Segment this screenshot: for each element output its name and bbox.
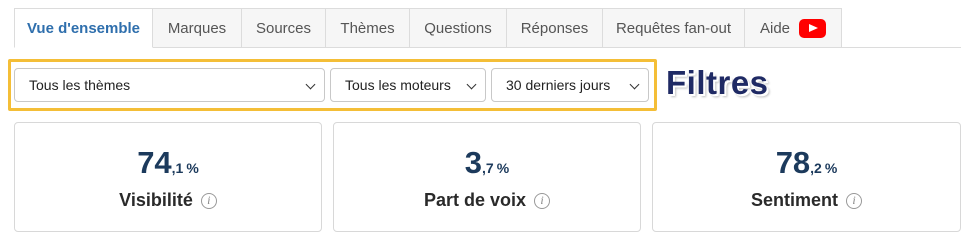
tab-sources[interactable]: Sources [242, 8, 326, 48]
metric-integer: 3 [464, 145, 483, 180]
visibility-value: 74,1% [15, 145, 321, 181]
tab-help[interactable]: Aide [745, 8, 842, 48]
metric-unit: % [824, 160, 838, 176]
info-icon[interactable]: i [200, 192, 217, 209]
tab-fanout-queries[interactable]: Requêtes fan-out [603, 8, 745, 48]
share-of-voice-value: 3,7% [334, 145, 640, 181]
share-of-voice-label: Part de voix [423, 190, 527, 210]
filters-annotation: Filtres [666, 64, 769, 101]
tab-themes[interactable]: Thèmes [326, 8, 410, 48]
sentiment-label: Sentiment [750, 190, 838, 210]
metric-integer: 74 [137, 145, 172, 180]
visibility-card: 74,1% Visibilité i [14, 122, 322, 232]
tab-bar: Vue d'ensemble Marques Sources Thèmes Qu… [14, 8, 842, 48]
engine-select-value: Tous les moteurs [345, 77, 451, 93]
chevron-down-icon [305, 79, 316, 90]
chevron-down-icon [466, 79, 477, 90]
period-select-value: 30 derniers jours [506, 77, 611, 93]
metric-integer: 78 [775, 145, 811, 180]
tab-help-label: Aide [759, 19, 791, 37]
theme-select[interactable]: Tous les thèmes [14, 68, 325, 102]
info-icon[interactable]: i [846, 192, 862, 209]
metric-unit: % [186, 160, 199, 176]
sentiment-label-row: Sentiment i [653, 190, 960, 211]
tab-brands[interactable]: Marques [153, 8, 242, 48]
visibility-label-row: Visibilité i [15, 190, 321, 211]
engine-select[interactable]: Tous les moteurs [330, 68, 486, 102]
metric-unit: % [496, 160, 510, 176]
metric-decimal: ,1 [171, 160, 184, 176]
tab-overview[interactable]: Vue d'ensemble [14, 8, 153, 48]
youtube-icon [799, 18, 827, 38]
period-select[interactable]: 30 derniers jours [491, 68, 649, 102]
sentiment-value: 78,2% [653, 145, 960, 181]
info-icon[interactable]: i [534, 192, 551, 209]
chevron-down-icon [629, 79, 640, 90]
sentiment-card: 78,2% Sentiment i [652, 122, 961, 232]
theme-select-value: Tous les thèmes [29, 77, 131, 93]
metric-decimal: ,2 [810, 160, 822, 176]
share-of-voice-label-row: Part de voix i [334, 190, 640, 211]
metric-decimal: ,7 [482, 160, 494, 176]
visibility-label: Visibilité [119, 190, 193, 210]
share-of-voice-card: 3,7% Part de voix i [333, 122, 641, 232]
tab-questions[interactable]: Questions [410, 8, 507, 48]
tab-responses[interactable]: Réponses [507, 8, 603, 48]
